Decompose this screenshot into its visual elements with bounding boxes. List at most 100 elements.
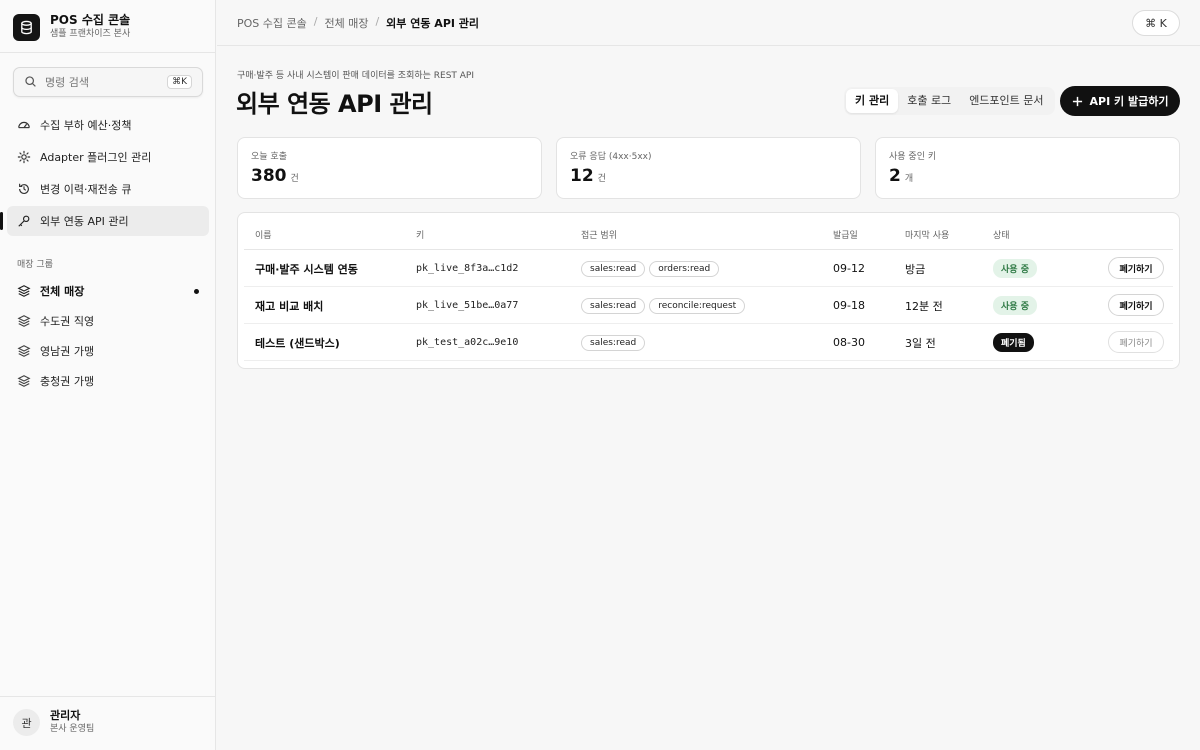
tab-call-logs[interactable]: 호출 로그 (898, 89, 960, 113)
sidebar-item-label: 수집 부하 예산·정책 (40, 119, 132, 132)
stat-card-calls-today: 오늘 호출 380 건 (237, 137, 542, 199)
layers-icon (17, 344, 31, 358)
last-used: 방금 (905, 262, 926, 276)
stat-unit: 개 (904, 174, 914, 184)
status-badge: 사용 중 (993, 296, 1037, 315)
key-value: pk_test_a02c…9e10 (416, 337, 519, 348)
status-badge: 폐기됨 (993, 333, 1034, 352)
issue-api-key-button[interactable]: API 키 발급하기 (1060, 86, 1180, 116)
tab-endpoint-docs[interactable]: 엔드포인트 문서 (960, 89, 1052, 113)
scope-list: sales:read reconcile:request (581, 287, 749, 324)
scope-list: sales:read orders:read (581, 250, 723, 287)
store-groups-title: 매장 그룹 (17, 260, 53, 270)
sidebar-item-label: 변경 이력·재전송 큐 (40, 183, 132, 196)
sidebar-divider (0, 52, 216, 53)
column-header-last-used: 마지막 사용 (905, 231, 950, 241)
view-tabs: 키 관리 호출 로그 엔드포인트 문서 (844, 87, 1055, 115)
sidebar: POS 수집 콘솔 샘플 프랜차이즈 본사 명령 검색 ⌘K 수집 부하 예산·… (0, 0, 216, 750)
store-group-yeongnam[interactable]: 영남권 가맹 (7, 336, 209, 366)
brand-subtitle: 샘플 프랜차이즈 본사 (50, 29, 131, 39)
last-used: 3일 전 (905, 336, 936, 350)
revoke-button[interactable]: 폐기하기 (1108, 331, 1164, 353)
stat-label: 사용 중인 키 (889, 152, 937, 162)
plug-icon (17, 150, 31, 164)
sidebar-item-history[interactable]: 변경 이력·재전송 큐 (7, 174, 209, 204)
breadcrumb-separator: / (313, 15, 318, 28)
store-group-label: 충청권 가맹 (40, 375, 95, 388)
column-header-issued: 발급일 (833, 231, 858, 241)
sidebar-item-adapter-plugins[interactable]: Adapter 플러그인 관리 (7, 142, 209, 172)
column-header-key: 키 (416, 231, 425, 241)
page-description: 구매·발주 등 사내 시스템이 판매 데이터를 조회하는 REST API (237, 71, 475, 81)
status-badge: 사용 중 (993, 259, 1037, 278)
command-search[interactable]: 명령 검색 ⌘K (13, 67, 203, 97)
avatar: 관 (13, 709, 40, 736)
issued-date: 09-12 (833, 262, 865, 275)
key-name: 재고 비교 배치 (255, 299, 324, 313)
scope-chip: sales:read (581, 260, 646, 277)
key-value: pk_live_51be…0a77 (416, 300, 519, 311)
brand[interactable]: POS 수집 콘솔 샘플 프랜차이즈 본사 (13, 13, 130, 41)
column-header-scope: 접근 범위 (581, 231, 617, 241)
store-group-label: 수도권 직영 (40, 315, 95, 328)
sidebar-item-external-api[interactable]: 외부 연동 API 관리 (0, 206, 209, 236)
tab-key-management[interactable]: 키 관리 (846, 89, 899, 113)
status-cell: 사용 중 (993, 287, 1037, 324)
topbar: POS 수집 콘솔 / 전체 매장 / 외부 연동 API 관리 ⌘ K (217, 0, 1200, 46)
sidebar-item-load-budget[interactable]: 수집 부하 예산·정책 (7, 110, 209, 140)
scope-chip: orders:read (649, 260, 720, 277)
layers-icon (17, 374, 31, 388)
history-icon (17, 182, 31, 196)
revoke-button[interactable]: 폐기하기 (1108, 294, 1164, 316)
revoke-button[interactable]: 폐기하기 (1108, 257, 1164, 279)
api-keys-table: 이름 키 접근 범위 발급일 마지막 사용 상태 구매·발주 시스템 연동 pk… (237, 212, 1180, 369)
search-shortcut: ⌘K (167, 75, 192, 89)
sidebar-nav: 수집 부하 예산·정책 Adapter 플러그인 관리 변경 이력·재전송 큐 … (0, 110, 209, 238)
column-header-status: 상태 (993, 231, 1010, 241)
column-header-name: 이름 (255, 231, 272, 241)
stat-value: 2 (889, 166, 901, 186)
scope-chip: sales:read (581, 297, 646, 314)
status-cell: 사용 중 (993, 250, 1037, 287)
scope-list: sales:read (581, 324, 649, 361)
last-used: 12분 전 (905, 299, 943, 313)
store-group-capital[interactable]: 수도권 직영 (7, 306, 209, 336)
table-row: 재고 비교 배치 pk_live_51be…0a77 sales:read re… (244, 287, 1173, 324)
user-role: 본사 운영팀 (50, 724, 95, 734)
page-title: 외부 연동 API 관리 (236, 90, 433, 118)
store-group-chungcheong[interactable]: 충청권 가맹 (7, 366, 209, 396)
breadcrumb-root[interactable]: POS 수집 콘솔 (237, 15, 307, 31)
table-row: 테스트 (샌드박스) pk_test_a02c…9e10 sales:read … (244, 324, 1173, 361)
scope-chip: sales:read (581, 334, 646, 351)
stat-unit: 건 (290, 174, 299, 184)
key-name: 테스트 (샌드박스) (255, 336, 340, 350)
gauge-icon (17, 118, 31, 132)
active-dot (194, 289, 199, 294)
store-group-label: 영남권 가맹 (40, 345, 95, 358)
search-placeholder: 명령 검색 (45, 76, 89, 89)
table-header: 이름 키 접근 범위 발급일 마지막 사용 상태 (244, 213, 1173, 250)
store-group-label: 전체 매장 (40, 285, 85, 298)
brand-title: POS 수집 콘솔 (50, 13, 131, 27)
stat-unit: 건 (597, 174, 606, 184)
command-palette-button[interactable]: ⌘ K (1132, 10, 1180, 36)
key-icon (17, 214, 31, 228)
search-icon (24, 75, 38, 89)
issue-api-key-label: API 키 발급하기 (1089, 95, 1169, 108)
sidebar-item-label: 외부 연동 API 관리 (40, 215, 129, 228)
issued-date: 09-18 (833, 299, 865, 312)
breadcrumb-current: 외부 연동 API 관리 (386, 17, 480, 30)
store-group-all[interactable]: 전체 매장 (7, 276, 209, 306)
breadcrumb-separator: / (375, 15, 380, 28)
user-profile[interactable]: 관 관리자 본사 운영팀 (13, 709, 94, 736)
store-groups: 전체 매장 수도권 직영 영남권 가맹 충청권 가맹 (7, 276, 209, 396)
stat-value: 380 (251, 166, 287, 186)
main-content: POS 수집 콘솔 / 전체 매장 / 외부 연동 API 관리 ⌘ K 구매·… (217, 0, 1200, 750)
database-icon (13, 13, 40, 41)
layers-icon (17, 284, 31, 298)
breadcrumb: POS 수집 콘솔 / 전체 매장 / 외부 연동 API 관리 (237, 15, 479, 31)
layers-icon (17, 314, 31, 328)
breadcrumb-stores[interactable]: 전체 매장 (324, 15, 368, 31)
sidebar-footer-divider (0, 696, 216, 697)
stat-label: 오늘 호출 (251, 152, 287, 162)
